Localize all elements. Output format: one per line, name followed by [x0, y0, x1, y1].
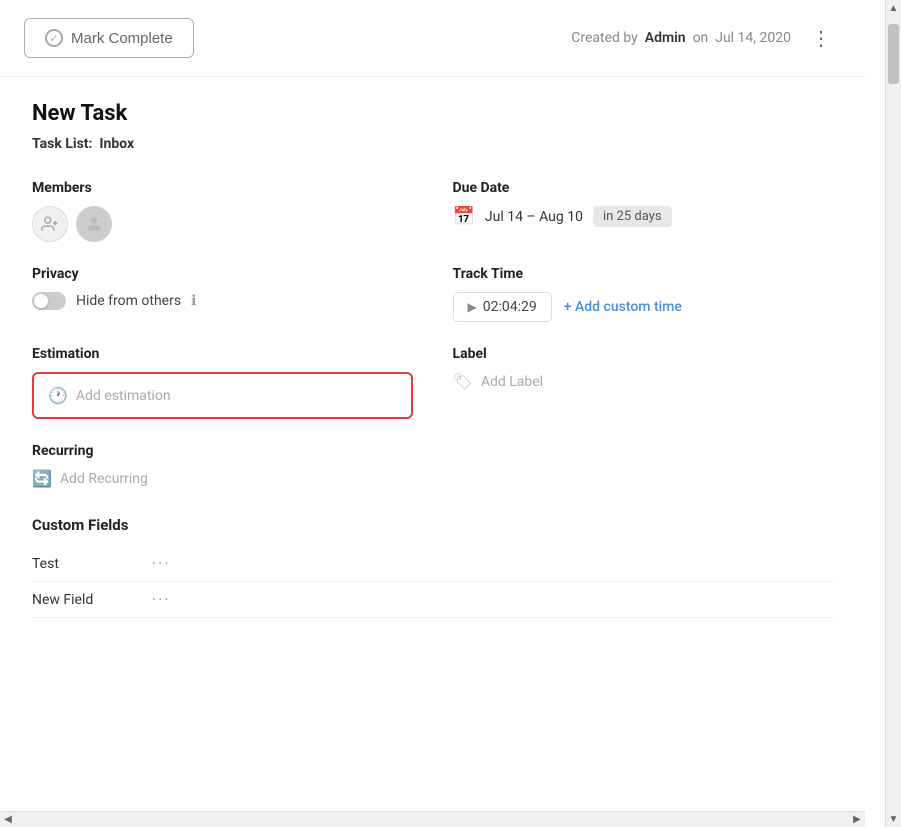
task-list-label: Task List:	[32, 136, 92, 152]
custom-field-name-test: Test	[32, 556, 112, 572]
scroll-track	[886, 16, 901, 811]
privacy-toggle[interactable]	[32, 292, 66, 310]
task-list-value[interactable]: Inbox	[99, 136, 134, 152]
header-right: Created by Admin on Jul 14, 2020 ⋮	[571, 22, 841, 54]
estimation-inner: 🕐 Add estimation	[48, 386, 397, 405]
task-list-row: Task List: Inbox	[32, 136, 833, 152]
track-time-section: Track Time ▶ 02:04:29 + Add custom time	[453, 266, 834, 322]
toggle-knob	[34, 294, 48, 308]
custom-field-row-new-field: New Field ···	[32, 582, 833, 618]
scroll-up-button[interactable]: ▲	[886, 0, 901, 16]
fields-grid: Members	[32, 180, 833, 443]
scroll-thumb[interactable]	[888, 24, 899, 84]
time-display[interactable]: ▶ 02:04:29	[453, 292, 552, 322]
created-info: Created by Admin on Jul 14, 2020	[571, 30, 791, 46]
add-label-placeholder: Add Label	[481, 374, 543, 390]
add-custom-time-link[interactable]: + Add custom time	[564, 299, 682, 315]
days-badge: in 25 days	[593, 206, 672, 227]
scroll-left-button[interactable]: ◀	[0, 812, 16, 828]
track-time-row: ▶ 02:04:29 + Add custom time	[453, 292, 834, 322]
more-options-button[interactable]: ⋮	[803, 22, 841, 54]
custom-field-dots-new-field[interactable]: ···	[152, 590, 171, 609]
task-title[interactable]: New Task	[32, 101, 833, 126]
custom-fields-label: Custom Fields	[32, 516, 833, 534]
scrollbar-horizontal: ◀ ▶	[0, 811, 865, 827]
estimation-label: Estimation	[32, 346, 413, 362]
mark-complete-label: Mark Complete	[71, 30, 173, 47]
add-recurring-label: Add Recurring	[60, 471, 148, 487]
scroll-down-button[interactable]: ▼	[886, 811, 901, 827]
check-icon: ✓	[45, 29, 63, 47]
content-area: New Task Task List: Inbox Members	[0, 77, 865, 658]
custom-field-dots-test[interactable]: ···	[152, 554, 171, 573]
play-icon: ▶	[468, 300, 477, 314]
recurring-label: Recurring	[32, 443, 833, 459]
members-row	[32, 206, 413, 242]
custom-field-row-test: Test ···	[32, 546, 833, 582]
recurring-icon: 🔄	[32, 469, 52, 488]
members-section: Members	[32, 180, 413, 242]
add-member-button[interactable]	[32, 206, 68, 242]
member-avatar[interactable]	[76, 206, 112, 242]
label-row[interactable]: 🏷 Add Label	[453, 372, 834, 391]
privacy-label: Privacy	[32, 266, 413, 282]
scroll-right-button[interactable]: ▶	[849, 812, 865, 828]
due-date-section: Due Date 📅 Jul 14 – Aug 10 in 25 days	[453, 180, 834, 242]
time-value: 02:04:29	[483, 299, 537, 315]
estimation-section: Estimation 🕐 Add estimation	[32, 346, 413, 443]
scrollbar-vertical: ▲ ▼	[885, 0, 901, 827]
track-time-label: Track Time	[453, 266, 834, 282]
header-bar: ✓ Mark Complete Created by Admin on Jul …	[0, 0, 865, 77]
hide-from-others-label: Hide from others	[76, 293, 181, 309]
estimation-box[interactable]: 🕐 Add estimation	[32, 372, 413, 419]
privacy-row: Hide from others ℹ	[32, 292, 413, 310]
recurring-row[interactable]: 🔄 Add Recurring	[32, 469, 833, 488]
label-field-label: Label	[453, 346, 834, 362]
label-section: Label 🏷 Add Label	[453, 346, 834, 419]
due-date-label: Due Date	[453, 180, 834, 196]
mark-complete-button[interactable]: ✓ Mark Complete	[24, 18, 194, 58]
recurring-section: Recurring 🔄 Add Recurring	[32, 443, 833, 488]
calendar-icon: 📅	[453, 206, 475, 227]
due-date-row[interactable]: 📅 Jul 14 – Aug 10 in 25 days	[453, 206, 834, 227]
info-icon[interactable]: ℹ	[191, 293, 196, 309]
date-range: Jul 14 – Aug 10	[485, 209, 583, 225]
clock-icon: 🕐	[48, 386, 68, 405]
main-container: ✓ Mark Complete Created by Admin on Jul …	[0, 0, 865, 827]
estimation-placeholder: Add estimation	[76, 388, 171, 404]
custom-field-name-new-field: New Field	[32, 592, 112, 608]
members-label: Members	[32, 180, 413, 196]
tag-icon: 🏷	[453, 372, 473, 391]
custom-fields-section: Custom Fields Test ··· New Field ···	[32, 516, 833, 618]
privacy-section: Privacy Hide from others ℹ	[32, 266, 413, 322]
